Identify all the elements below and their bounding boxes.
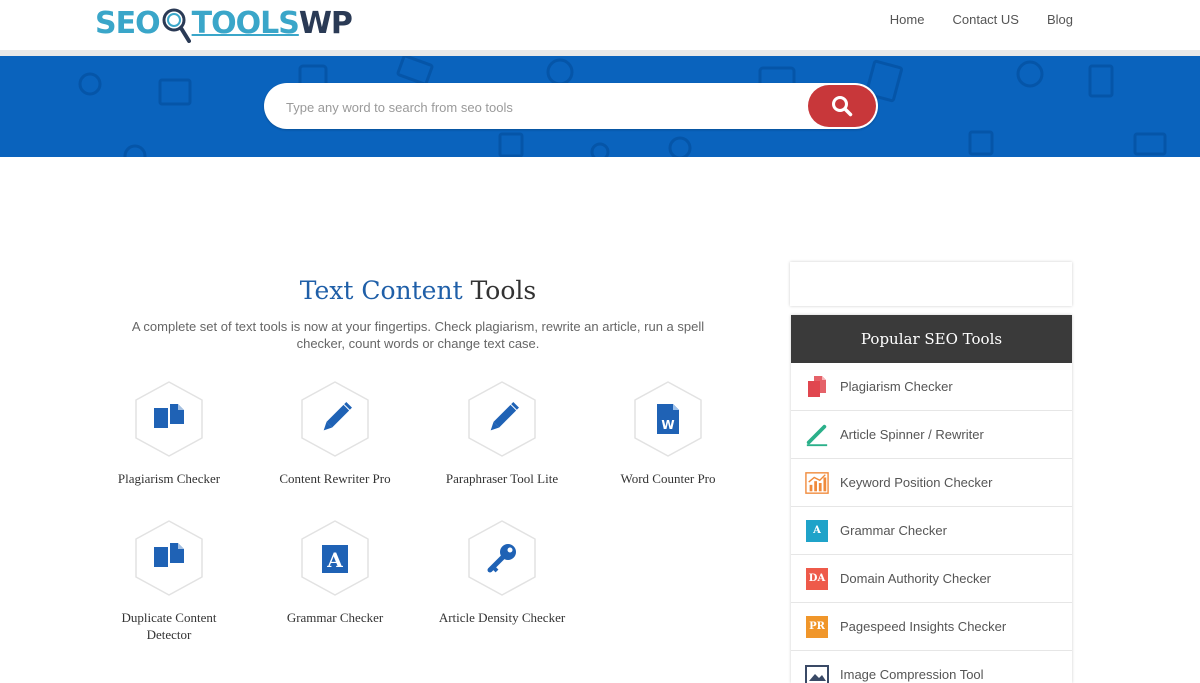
tool-label: Content Rewriter Pro [279, 471, 391, 486]
search-input[interactable] [284, 83, 798, 131]
tool-card-content-rewriter-pro[interactable]: Content Rewriter Pro [265, 380, 405, 487]
pencil-icon [301, 381, 369, 457]
book-icon: A [805, 518, 829, 544]
sidebar-item-domain-authority-checker[interactable]: DA Domain Authority Checker [791, 555, 1072, 603]
nav-home-link[interactable]: Home [890, 12, 925, 27]
pr-badge: PR [806, 615, 828, 638]
main-nav: Home Contact US Blog [890, 0, 1073, 38]
word-doc-icon: W [634, 381, 702, 457]
tool-card-article-density-checker[interactable]: Article Density Checker [432, 519, 572, 626]
section-title-rest: Tools [470, 276, 537, 305]
svg-text:W: W [661, 418, 674, 432]
sidebar-empty-box [790, 262, 1072, 306]
popular-seo-tools-panel: Popular SEO Tools Plagiarism Checker Art… [791, 315, 1072, 683]
sidebar-item-plagiarism-checker[interactable]: Plagiarism Checker [791, 363, 1072, 411]
site-header: SEO TOOLS WP Home Contact US Blog [0, 0, 1200, 50]
sidebar-item-keyword-position-checker[interactable]: Keyword Position Checker [791, 459, 1072, 507]
tool-card-paraphraser-tool-lite[interactable]: Paraphraser Tool Lite [432, 380, 572, 487]
image-icon [805, 662, 829, 683]
sidebar-item-grammar-checker[interactable]: A Grammar Checker [791, 507, 1072, 555]
logo-tools-text: TOOLS [191, 5, 300, 41]
sidebar-item-image-compression-tool[interactable]: Image Compression Tool [791, 651, 1072, 683]
pr-icon: PR [805, 614, 829, 640]
tool-label: Plagiarism Checker [117, 471, 221, 486]
key-icon [468, 520, 536, 596]
sidebar-item-label: Image Compression Tool [840, 667, 984, 682]
magnifier-icon [161, 3, 191, 43]
tool-label: Grammar Checker [286, 610, 384, 625]
pen-icon [805, 422, 829, 448]
tool-card-duplicate-content-detector[interactable]: Duplicate Content Detector [99, 519, 239, 643]
sidebar-item-label: Article Spinner / Rewriter [840, 427, 984, 442]
sidebar-item-label: Plagiarism Checker [840, 379, 953, 394]
section-title: Text Content Tools [100, 276, 736, 305]
chart-icon [805, 470, 829, 496]
sidebar-item-pagespeed-insights-checker[interactable]: PR Pagespeed Insights Checker [791, 603, 1072, 651]
site-logo[interactable]: SEO TOOLS WP [95, 0, 353, 46]
logo-wp-text: WP [298, 5, 353, 41]
da-icon: DA [805, 566, 829, 592]
grammar-badge: A [806, 519, 828, 542]
popular-seo-tools-title: Popular SEO Tools [791, 315, 1072, 363]
letter-a-icon: A [301, 520, 369, 596]
sidebar-item-label: Pagespeed Insights Checker [840, 619, 1007, 634]
search-bar [264, 83, 878, 131]
copy-icon [135, 381, 203, 457]
copy-icon [805, 374, 829, 400]
search-icon [832, 96, 853, 117]
hero-search-banner [0, 56, 1200, 157]
sidebar-item-label: Keyword Position Checker [840, 475, 993, 490]
sidebar-item-label: Grammar Checker [840, 523, 947, 538]
sidebar-item-article-spinner[interactable]: Article Spinner / Rewriter [791, 411, 1072, 459]
pencil-icon [468, 381, 536, 457]
tool-label: Duplicate Content Detector [121, 610, 217, 642]
logo-seo-text: SEO [95, 5, 161, 41]
copy-icon [135, 520, 203, 596]
tool-label: Paraphraser Tool Lite [445, 471, 559, 486]
tool-card-word-counter-pro[interactable]: W Word Counter Pro [598, 380, 738, 487]
tool-card-grammar-checker[interactable]: A Grammar Checker [265, 519, 405, 626]
nav-blog-link[interactable]: Blog [1047, 12, 1073, 27]
section-description: A complete set of text tools is now at y… [131, 319, 705, 351]
tool-label: Word Counter Pro [620, 471, 716, 486]
tool-card-plagiarism-checker[interactable]: Plagiarism Checker [99, 380, 239, 487]
nav-contact-link[interactable]: Contact US [952, 12, 1018, 27]
svg-text:A: A [326, 548, 343, 572]
tool-label: Article Density Checker [438, 610, 566, 625]
search-button[interactable] [808, 85, 876, 127]
da-badge: DA [806, 567, 828, 590]
sidebar-item-label: Domain Authority Checker [840, 571, 992, 586]
section-title-highlight: Text Content [299, 276, 463, 305]
